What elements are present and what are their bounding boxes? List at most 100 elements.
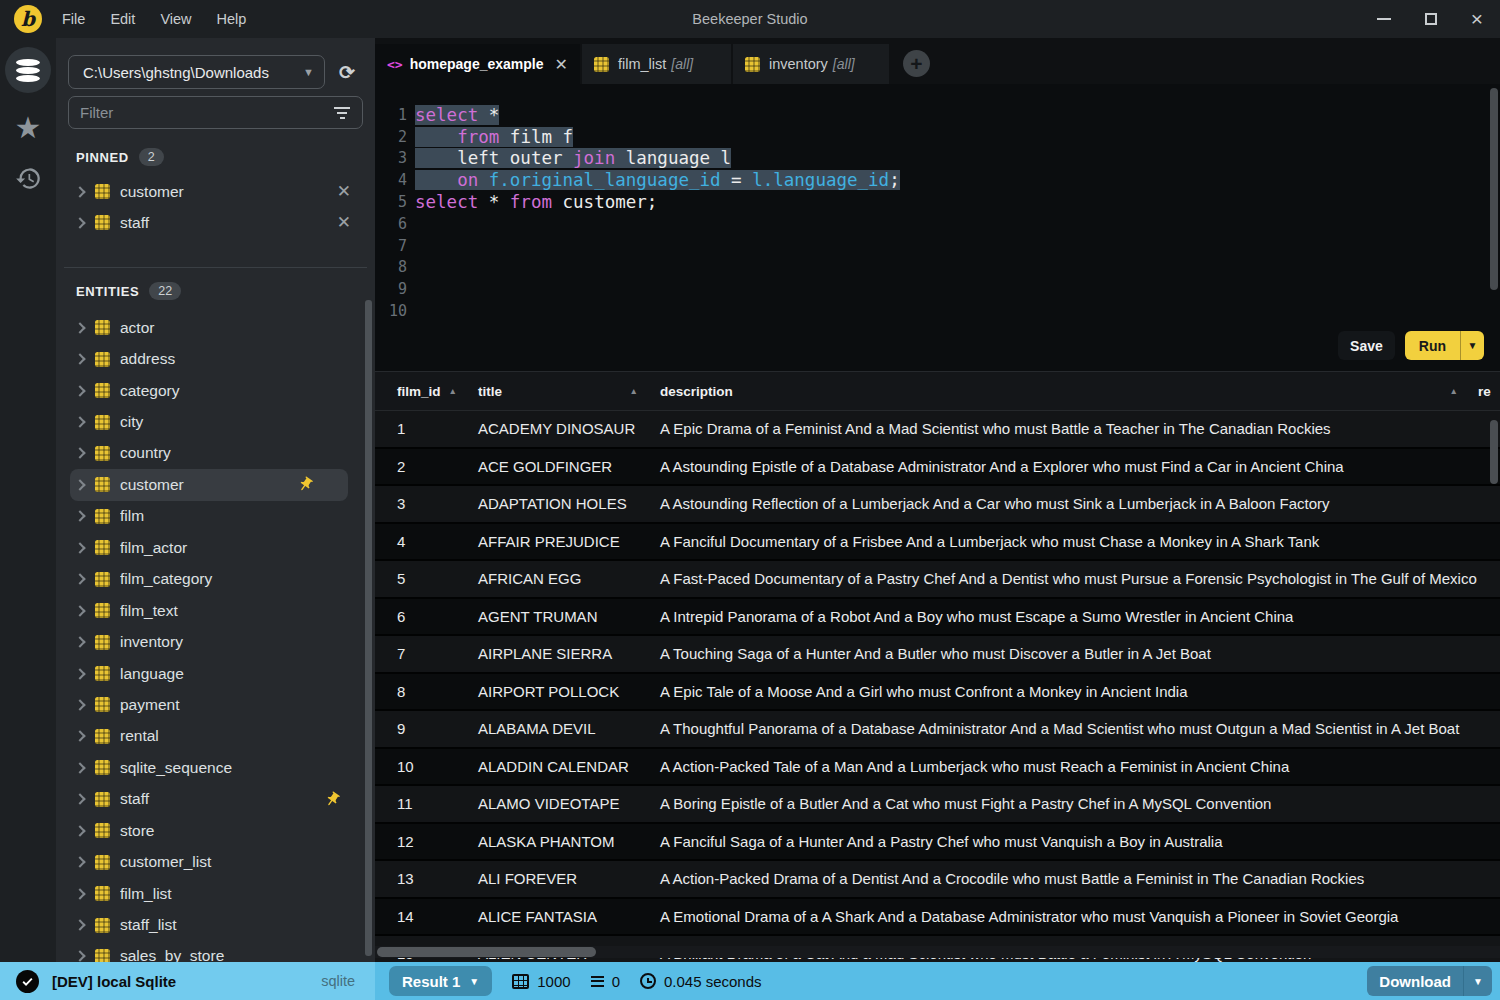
menu-view[interactable]: View — [160, 11, 191, 27]
table-row[interactable]: 14ALICE FANTASIAA Emotional Drama of a A… — [375, 899, 1500, 937]
table-row[interactable]: 11ALAMO VIDEOTAPEA Boring Epistle of a B… — [375, 786, 1500, 824]
menu-file[interactable]: File — [62, 11, 85, 27]
close-icon[interactable]: × — [1471, 12, 1483, 26]
maximize-icon[interactable] — [1425, 13, 1437, 25]
table-row[interactable]: 12ALASKA PHANTOMA Fanciful Saga of a Hun… — [375, 824, 1500, 862]
editor-line[interactable]: 4 on f.original_language_id = l.language… — [375, 169, 1500, 191]
chevron-right-icon[interactable] — [74, 353, 85, 364]
horizontal-scrollbar[interactable] — [375, 946, 1500, 958]
entity-item-actor[interactable]: actor — [56, 312, 375, 343]
entity-item-language[interactable]: language — [56, 658, 375, 689]
chevron-right-icon[interactable] — [74, 951, 85, 962]
table-row[interactable]: 8AIRPORT POLLOCKA Epic Tale of a Moose A… — [375, 674, 1500, 712]
chevron-right-icon[interactable] — [74, 605, 85, 616]
sort-asc-icon[interactable]: ▲ — [1450, 386, 1458, 396]
download-label[interactable]: Download — [1367, 966, 1463, 996]
chevron-right-icon[interactable] — [74, 511, 85, 522]
result-tab-selector[interactable]: Result 1 ▼ — [389, 966, 492, 996]
table-scrollbar[interactable] — [1490, 420, 1498, 484]
code-text[interactable]: select * from customer; — [415, 192, 657, 212]
entity-item-city[interactable]: city — [56, 406, 375, 437]
column-header-next[interactable]: re — [1478, 384, 1500, 399]
run-dropdown-icon[interactable]: ▼ — [1461, 331, 1484, 360]
tab-inventory[interactable]: inventory [all] — [733, 44, 889, 84]
download-button[interactable]: Download ▼ — [1367, 966, 1492, 996]
table-row[interactable]: 10ALADDIN CALENDARA Action-Packed Tale o… — [375, 749, 1500, 787]
entity-item-customer[interactable]: customer — [70, 469, 348, 500]
entity-item-film[interactable]: film — [56, 501, 375, 532]
menu-edit[interactable]: Edit — [110, 11, 135, 27]
pin-icon[interactable] — [294, 473, 318, 497]
column-header-film-id[interactable]: film_id ▲ — [375, 384, 470, 399]
unpin-icon[interactable]: ✕ — [337, 212, 351, 233]
editor-line[interactable]: 10 — [375, 300, 1500, 322]
menu-help[interactable]: Help — [217, 11, 247, 27]
pin-icon[interactable] — [321, 787, 345, 811]
entity-item-store[interactable]: store — [56, 815, 375, 846]
column-header-description[interactable]: description ▲ — [652, 384, 1478, 399]
code-text[interactable]: left outer join language l — [415, 148, 731, 168]
chevron-right-icon[interactable] — [74, 794, 85, 805]
entity-item-inventory[interactable]: inventory — [56, 626, 375, 657]
chevron-right-icon[interactable] — [74, 762, 85, 773]
favorites-star-icon[interactable]: ★ — [15, 110, 42, 145]
sort-asc-icon[interactable]: ▲ — [449, 386, 457, 396]
entity-item-sqlite_sequence[interactable]: sqlite_sequence — [56, 752, 375, 783]
chevron-right-icon[interactable] — [74, 186, 85, 197]
minimize-icon[interactable] — [1377, 18, 1391, 20]
editor-line[interactable]: 9 — [375, 278, 1500, 300]
entity-item-customer_list[interactable]: customer_list — [56, 846, 375, 877]
chevron-right-icon[interactable] — [74, 479, 85, 490]
chevron-right-icon[interactable] — [74, 322, 85, 333]
table-row[interactable]: 1ACADEMY DINOSAURA Epic Drama of a Femin… — [375, 411, 1500, 449]
chevron-right-icon[interactable] — [74, 888, 85, 899]
run-button-label[interactable]: Run — [1405, 331, 1460, 360]
editor-line[interactable]: 1select * — [375, 104, 1500, 126]
editor-line[interactable]: 6 — [375, 213, 1500, 235]
editor-line[interactable]: 2 from film f — [375, 126, 1500, 148]
entity-item-staff[interactable]: staff — [56, 784, 375, 815]
column-header-title[interactable]: title ▲ — [470, 384, 652, 399]
editor-line[interactable]: 7 — [375, 235, 1500, 257]
tab-film-list[interactable]: film_list [all] — [582, 44, 731, 84]
chevron-right-icon[interactable] — [74, 217, 85, 228]
tab-close-icon[interactable]: ✕ — [555, 55, 568, 74]
download-dropdown-icon[interactable]: ▼ — [1464, 966, 1492, 996]
save-button[interactable]: Save — [1338, 331, 1395, 360]
filter-icon[interactable] — [333, 107, 351, 119]
filter-input[interactable]: Filter — [68, 96, 363, 129]
table-row[interactable]: 9ALABAMA DEVILA Thoughtful Panorama of a… — [375, 711, 1500, 749]
table-row[interactable]: 5AFRICAN EGGA Fast-Paced Documentary of … — [375, 561, 1500, 599]
editor-line[interactable]: 3 left outer join language l — [375, 148, 1500, 170]
entity-item-payment[interactable]: payment — [56, 689, 375, 720]
chevron-right-icon[interactable] — [74, 856, 85, 867]
editor-line[interactable]: 5select * from customer; — [375, 191, 1500, 213]
sql-editor[interactable]: 1select *2 from film f3 left outer join … — [375, 84, 1500, 371]
run-button[interactable]: Run ▼ — [1405, 331, 1484, 360]
sidebar-scrollbar[interactable] — [365, 300, 372, 956]
chevron-right-icon[interactable] — [74, 636, 85, 647]
refresh-icon[interactable]: ⟳ — [339, 61, 355, 84]
table-row[interactable]: 7AIRPLANE SIERRAA Touching Saga of a Hun… — [375, 636, 1500, 674]
table-row[interactable]: 4AFFAIR PREJUDICEA Fanciful Documentary … — [375, 524, 1500, 562]
chevron-right-icon[interactable] — [74, 385, 85, 396]
sort-asc-icon[interactable]: ▲ — [630, 386, 638, 396]
code-text[interactable]: on f.original_language_id = l.language_i… — [415, 170, 900, 190]
table-row[interactable]: 13ALI FOREVERA Action-Packed Drama of a … — [375, 861, 1500, 899]
entity-item-rental[interactable]: rental — [56, 721, 375, 752]
pinned-item-customer[interactable]: customer✕ — [56, 176, 375, 207]
entity-item-film_list[interactable]: film_list — [56, 878, 375, 909]
chevron-right-icon[interactable] — [74, 448, 85, 459]
editor-scrollbar[interactable] — [1490, 88, 1498, 290]
entity-item-film_text[interactable]: film_text — [56, 595, 375, 626]
horizontal-scrollbar-handle[interactable] — [377, 947, 596, 957]
table-row[interactable]: 2ACE GOLDFINGERA Astounding Epistle of a… — [375, 449, 1500, 487]
entity-item-category[interactable]: category — [56, 375, 375, 406]
table-row[interactable]: 6AGENT TRUMANA Intrepid Panorama of a Ro… — [375, 599, 1500, 637]
chevron-right-icon[interactable] — [74, 416, 85, 427]
chevron-right-icon[interactable] — [74, 731, 85, 742]
code-text[interactable]: from film f — [415, 127, 573, 147]
entity-item-staff_list[interactable]: staff_list — [56, 909, 375, 940]
database-icon[interactable] — [5, 47, 51, 93]
app-logo-icon[interactable]: b — [14, 5, 42, 33]
